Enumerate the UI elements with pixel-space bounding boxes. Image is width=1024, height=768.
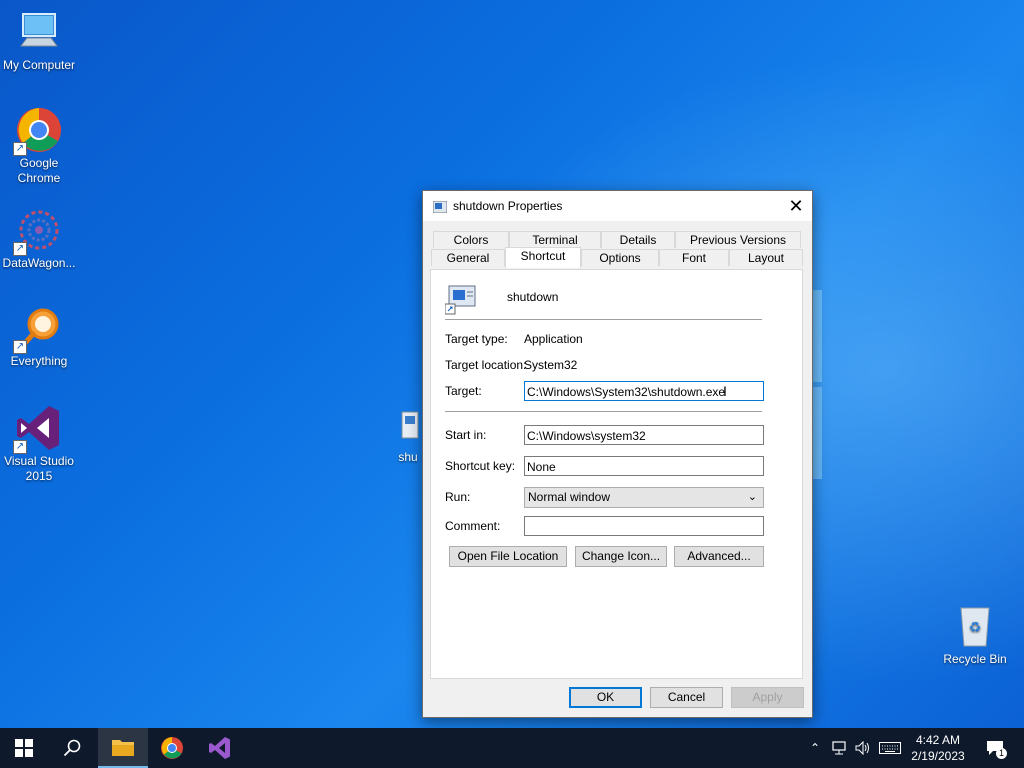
target-label: Target: [445,384,482,398]
datawagon-icon: ↗ [13,206,63,256]
shortcut-arrow-icon: ↗ [13,242,27,256]
keyboard-icon [879,742,901,754]
change-icon-button[interactable]: Change Icon... [575,546,667,567]
shortcut-app-icon [432,200,448,214]
clock-time: 4:42 AM [915,733,961,747]
ok-button[interactable]: OK [569,687,642,708]
recycle-bin-icon: ♻ [951,602,999,650]
magnifier-icon: ↗ [13,304,63,354]
text-cursor-icon: I [723,383,727,399]
run-label: Run: [445,490,471,504]
network-button[interactable] [828,728,850,768]
shortcut-arrow-icon: ↗ [13,142,27,156]
start-button[interactable] [0,728,48,768]
target-location-label: Target location: [445,358,527,372]
chrome-icon [161,737,183,759]
run-select-value: Normal window [528,490,611,504]
shortcut-arrow-icon: ↗ [13,340,27,354]
shortcut-name: shutdown [507,290,559,304]
volume-button[interactable] [852,728,874,768]
desktop-icon-label: Recycle Bin [943,652,1007,666]
action-center-button[interactable]: 1 [980,728,1010,768]
taskbar-visual-studio[interactable] [196,728,244,768]
desktop-icon-label: My Computer [2,58,76,72]
desktop-icon-everything[interactable]: ↗ Everything [0,304,78,369]
desktop-icon-recycle-bin[interactable]: ♻ Recycle Bin [936,602,1014,667]
search-icon [63,739,81,757]
start-in-label: Start in: [445,428,487,442]
desktop-icon-label: DataWagon... [2,256,76,270]
close-button[interactable]: ✕ [780,191,812,221]
close-icon: ✕ [788,196,804,216]
chevron-up-icon: ⌃ [809,741,821,755]
shortcut-key-input[interactable]: None [524,456,764,476]
desktop-icon-my-computer[interactable]: My Computer [0,8,78,73]
notification-badge: 1 [996,748,1007,759]
comment-input[interactable] [524,516,764,536]
chrome-icon: ↗ [13,106,63,156]
advanced-button[interactable]: Advanced... [674,546,764,567]
taskbar-chrome[interactable] [148,728,196,768]
keyboard-button[interactable] [876,728,904,768]
volume-icon [855,741,869,755]
shutdown-shortcut-icon [396,410,420,448]
shortcut-tab-panel: shutdown Target type: Application Target… [430,269,803,679]
dialog-title: shutdown Properties [453,199,563,213]
separator [445,411,762,412]
target-type-label: Target type: [445,332,508,346]
tab-terminal[interactable]: Terminal [509,231,601,248]
tab-colors[interactable]: Colors [433,231,509,248]
shortcut-icon [444,284,477,316]
svg-text:♻: ♻ [969,620,982,636]
windows-icon [15,739,33,757]
desktop-icon-datawagon[interactable]: ↗ DataWagon... [0,206,78,271]
chevron-down-icon: ⌄ [747,491,757,503]
search-button[interactable] [48,728,96,768]
shortcut-arrow-icon: ↗ [13,440,27,454]
shutdown-properties-dialog: shutdown Properties ✕ Colors Terminal De… [422,190,813,718]
apply-button[interactable]: Apply [731,687,804,708]
title-bar[interactable]: shutdown Properties ✕ [423,191,812,221]
tab-options[interactable]: Options [581,249,659,266]
tab-layout[interactable]: Layout [729,249,803,266]
run-select[interactable]: Normal window ⌄ [524,487,764,508]
target-type-value: Application [524,332,583,346]
desktop-icon-label: Visual Studio 2015 [4,454,74,483]
target-input[interactable]: C:\Windows\System32\shutdown.exe [524,381,764,401]
desktop-icon-visual-studio[interactable]: ↗ Visual Studio 2015 [0,404,78,484]
folder-icon [112,740,134,756]
tab-general[interactable]: General [431,249,505,266]
desktop-icon-label: Everything [10,354,68,368]
tab-details[interactable]: Details [601,231,675,248]
target-location-value: System32 [524,358,578,372]
tab-font[interactable]: Font [659,249,729,266]
network-icon [832,741,846,755]
open-file-location-button[interactable]: Open File Location [449,546,567,567]
shortcut-key-label: Shortcut key: [445,459,516,473]
clock-date: 2/19/2023 [911,749,965,763]
tab-shortcut[interactable]: Shortcut [505,247,581,268]
comment-label: Comment: [445,519,501,533]
show-hidden-icons-button[interactable]: ⌃ [806,728,824,768]
desktop-icon-google-chrome[interactable]: ↗ Google Chrome [0,106,78,186]
start-in-input[interactable]: C:\Windows\system32 [524,425,764,445]
visual-studio-icon: ↗ [13,404,63,454]
desktop-icon-label: Google Chrome [17,156,61,185]
taskbar: ⌃ 4:42 AM 2/19/2023 1 [0,728,1024,768]
tab-previous-versions[interactable]: Previous Versions [675,231,801,248]
separator [445,319,762,320]
cancel-button[interactable]: Cancel [650,687,723,708]
visual-studio-icon [209,737,230,759]
computer-icon [15,8,63,56]
clock[interactable]: 4:42 AM 2/19/2023 [904,728,972,768]
taskbar-file-explorer[interactable] [98,728,148,768]
